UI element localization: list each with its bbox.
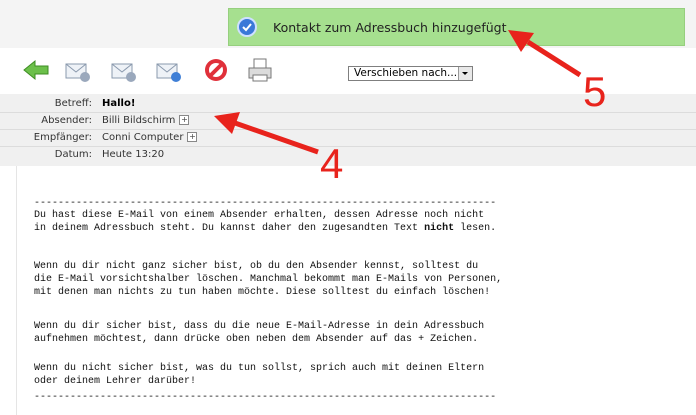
annotation-label-4: 4 [320,140,344,187]
arrow-5 [508,30,582,78]
annotation-label-5: 5 [583,68,607,115]
annotation-arrows [214,30,582,155]
arrow-4 [214,112,319,155]
